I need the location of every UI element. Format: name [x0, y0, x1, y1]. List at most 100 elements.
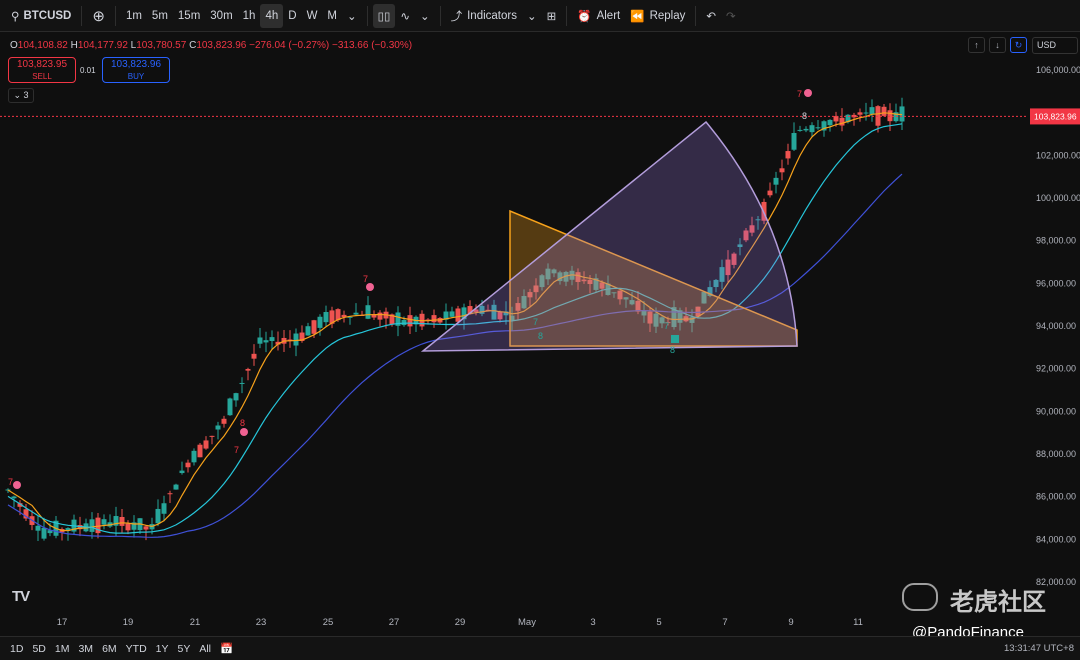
- time-tick-label: 19: [123, 617, 134, 628]
- low-value: 103,780.57: [136, 40, 187, 51]
- range-all[interactable]: All: [199, 643, 211, 655]
- candle-body: [311, 320, 317, 334]
- separator: [114, 5, 116, 26]
- candle-body: [779, 168, 785, 173]
- range-ytd[interactable]: YTD: [126, 643, 147, 655]
- candle-body: [797, 129, 803, 131]
- chart-pane[interactable]: 106,000.00104,000.00102,000.00100,000.00…: [0, 33, 1080, 633]
- price-tick-label: 106,000.00: [1036, 65, 1080, 75]
- interval-1h[interactable]: 1h: [238, 4, 261, 28]
- chart-type-candles-button[interactable]: ▯▯: [372, 3, 396, 28]
- bottom-toolbar: 1D 5D 1M 3M 6M YTD 1Y 5Y All 📅 13:31:47 …: [0, 636, 1080, 660]
- high-value: 104,177.92: [77, 40, 128, 51]
- candle-body: [323, 312, 329, 323]
- interval-dropdown[interactable]: ⌄: [342, 4, 362, 28]
- price-tick-label: 98,000.00: [1036, 236, 1076, 246]
- indicators-collapse-button[interactable]: ⌄ 3: [8, 88, 34, 103]
- candles-icon: ▯▯: [377, 10, 391, 23]
- interval-30m[interactable]: 30m: [205, 4, 237, 28]
- candle-body: [155, 508, 161, 524]
- buy-signal-box: [671, 335, 679, 343]
- candle-body: [179, 470, 185, 474]
- range-5y[interactable]: 5Y: [178, 643, 191, 655]
- separator: [439, 5, 441, 26]
- candle-body: [839, 117, 845, 126]
- signal-marker: 8: [670, 345, 675, 355]
- chevron-down-icon: ⌄: [347, 10, 357, 23]
- time-tick-label: 27: [389, 617, 400, 628]
- auto-scale-button[interactable]: ↻: [1010, 37, 1027, 53]
- change-value-2: −313.66 (−0.30%): [332, 40, 413, 51]
- alert-label: Alert: [596, 9, 621, 22]
- candle-body: [173, 484, 179, 490]
- candle-body: [401, 319, 407, 326]
- redo-icon: ↷: [726, 10, 736, 23]
- currency-select[interactable]: USD: [1032, 37, 1078, 54]
- interval-w[interactable]: W: [302, 4, 323, 28]
- time-tick-label: 9: [788, 617, 793, 628]
- indicators-dropdown[interactable]: ⌄: [522, 4, 542, 28]
- candle-body: [11, 496, 17, 499]
- compare-button[interactable]: ⊕: [87, 4, 110, 28]
- price-tick-label: 84,000.00: [1036, 534, 1076, 544]
- range-5d[interactable]: 5D: [32, 643, 45, 655]
- candle-body: [305, 326, 311, 336]
- buy-button[interactable]: 103,823.96 BUY: [102, 57, 170, 83]
- open-value: 104,108.82: [17, 40, 68, 51]
- candle-body: [317, 316, 323, 328]
- candle-body: [803, 128, 809, 131]
- date-range-button[interactable]: 📅: [220, 642, 233, 655]
- layouts-button[interactable]: ⊞: [542, 4, 562, 28]
- price-tick-label: 100,000.00: [1036, 193, 1080, 203]
- grid-icon: ⊞: [546, 10, 557, 23]
- candle-body: [251, 353, 257, 359]
- watermark-text: 老虎社区: [950, 589, 1046, 616]
- separator: [566, 5, 568, 26]
- sell-price: 103,823.95: [16, 59, 68, 70]
- close-value: 103,823.96: [196, 40, 247, 51]
- candle-body: [269, 337, 275, 341]
- interval-4h[interactable]: 4h: [260, 3, 284, 28]
- replay-button[interactable]: ⏪ Replay: [625, 4, 690, 28]
- range-1m[interactable]: 1M: [55, 643, 70, 655]
- time-tick-label: 29: [455, 617, 466, 628]
- scroll-up-button[interactable]: ↑: [968, 37, 985, 53]
- arrow-up-icon: ↑: [974, 40, 979, 50]
- signal-marker: 7: [664, 321, 669, 331]
- candle-body: [353, 312, 359, 315]
- chart-type-line-button[interactable]: ∿: [395, 4, 415, 28]
- redo-button[interactable]: ↷: [721, 4, 741, 28]
- undo-button[interactable]: ↶: [701, 4, 721, 28]
- signal-dot: [804, 89, 812, 97]
- line-chart-icon: ∿: [400, 10, 410, 23]
- interval-5m[interactable]: 5m: [147, 4, 173, 28]
- scroll-down-button[interactable]: ↓: [989, 37, 1006, 53]
- candle-body: [119, 516, 125, 526]
- sell-button[interactable]: 103,823.95 SELL: [8, 57, 76, 83]
- candle-body: [407, 315, 413, 327]
- candle-body: [773, 177, 779, 185]
- price-chart[interactable]: 106,000.00104,000.00102,000.00100,000.00…: [0, 33, 1080, 633]
- chevron-down-icon: ⌄: [13, 90, 21, 100]
- candle-body: [215, 425, 221, 430]
- range-3m[interactable]: 3M: [78, 643, 93, 655]
- range-1d[interactable]: 1D: [10, 643, 23, 655]
- interval-15m[interactable]: 15m: [173, 4, 205, 28]
- price-tick-label: 92,000.00: [1036, 364, 1076, 374]
- signal-marker: 8: [538, 331, 543, 341]
- buy-label: BUY: [127, 72, 145, 81]
- time-tick-label: 3: [590, 617, 595, 628]
- alert-button[interactable]: ⏰ Alert: [572, 4, 625, 28]
- interval-d[interactable]: D: [283, 4, 301, 28]
- refresh-icon: ↻: [1014, 40, 1023, 50]
- range-1y[interactable]: 1Y: [156, 643, 169, 655]
- signal-dot: [240, 428, 248, 436]
- interval-m[interactable]: M: [322, 4, 342, 28]
- interval-1m[interactable]: 1m: [121, 4, 147, 28]
- chart-type-dropdown[interactable]: ⌄: [415, 4, 435, 28]
- indicators-icon: ⤴: [450, 10, 463, 23]
- time-tick-label: 5: [656, 617, 661, 628]
- symbol-search[interactable]: ⚲ BTCUSD: [6, 4, 76, 28]
- range-6m[interactable]: 6M: [102, 643, 117, 655]
- indicators-button[interactable]: ⤴ Indicators: [446, 4, 522, 28]
